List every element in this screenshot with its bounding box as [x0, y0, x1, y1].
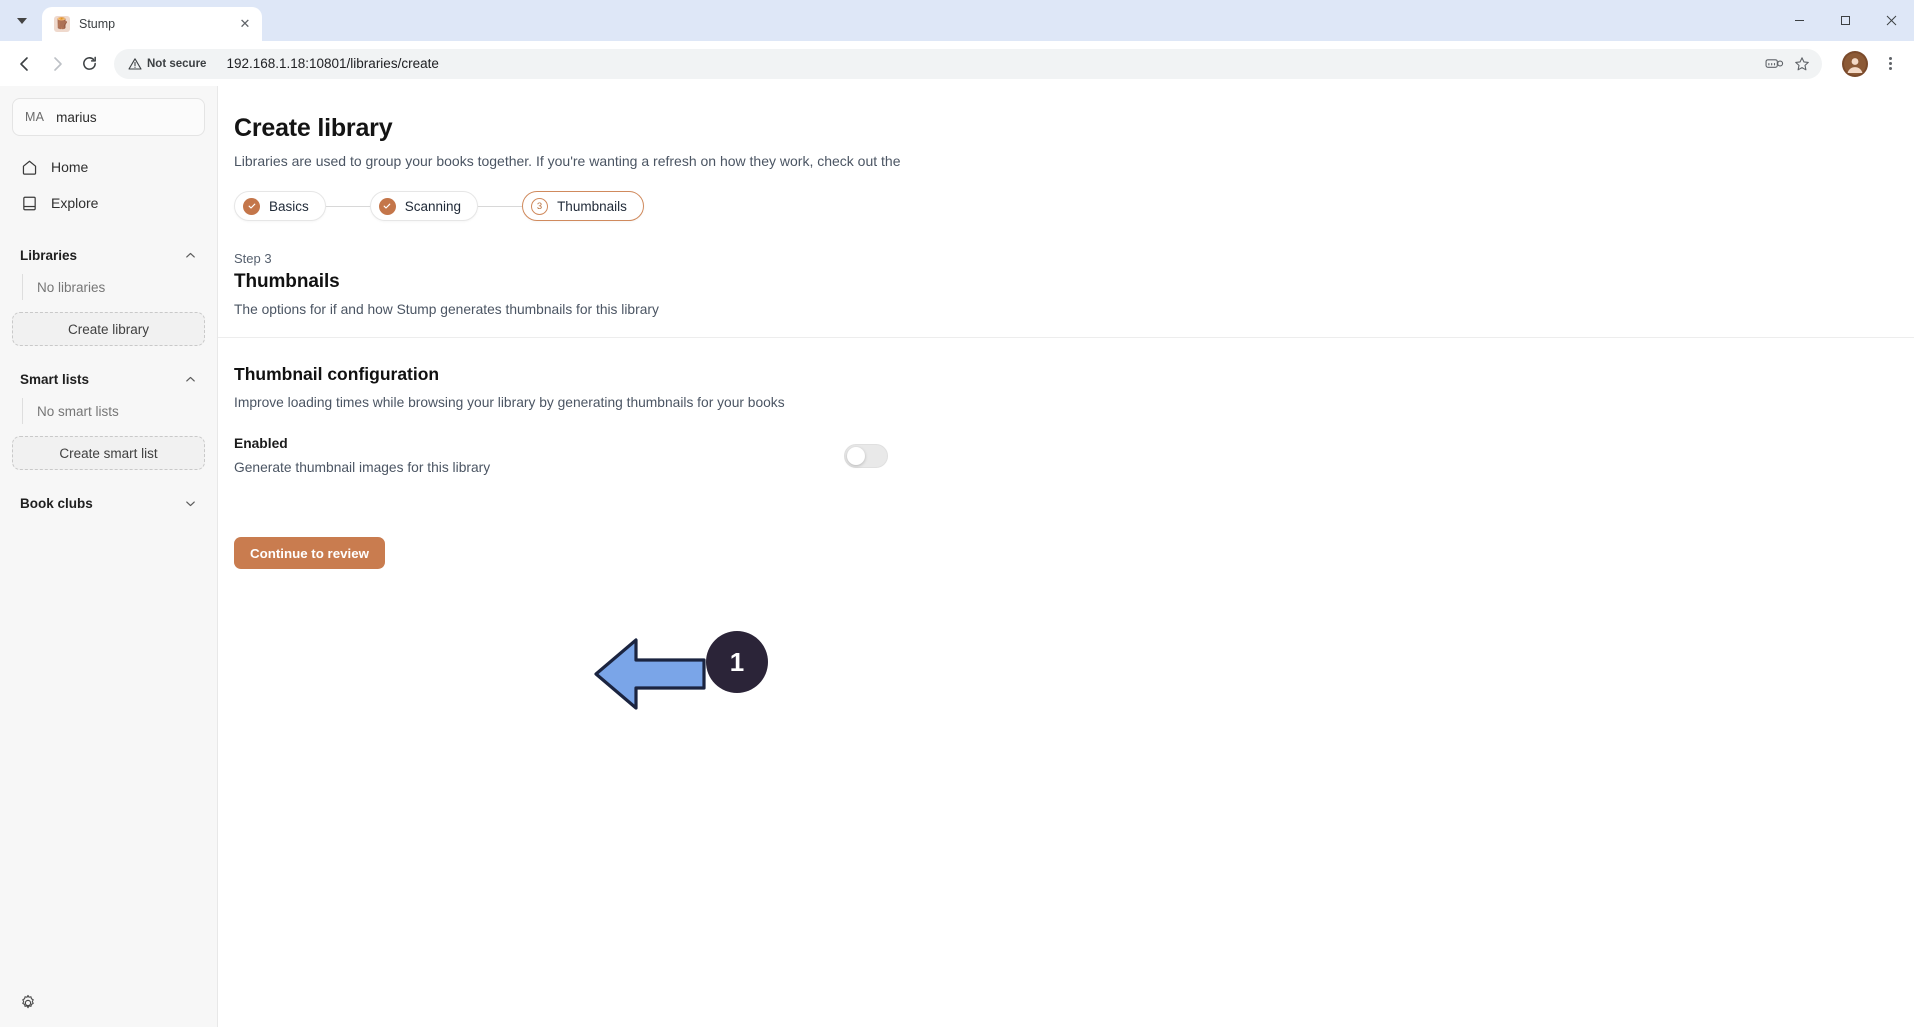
annotation-arrow: [594, 638, 706, 710]
sidebar-item-explore[interactable]: Explore: [12, 186, 205, 220]
stepper-connector: [478, 205, 523, 207]
tab-title: Stump: [79, 17, 116, 31]
continue-to-review-button[interactable]: Continue to review: [234, 537, 385, 569]
security-label: Not secure: [147, 57, 207, 70]
config-description: Improve loading times while browsing you…: [234, 395, 785, 410]
window-close-icon: [1886, 15, 1896, 26]
browser-window: 🪵 Stump ✕ Not secure 192.168.1.18:10801/…: [0, 0, 1914, 1027]
address-bar[interactable]: Not secure 192.168.1.18:10801/libraries/…: [114, 48, 1822, 79]
arrow-right-icon: [54, 56, 62, 71]
warning-triangle-icon: [128, 57, 142, 70]
step-number-badge: 3: [531, 197, 549, 215]
gear-icon[interactable]: [17, 992, 39, 1014]
chevron-up-icon: [184, 373, 197, 386]
page-title: Create library: [234, 114, 393, 142]
reload-icon: [82, 56, 96, 70]
chevron-down-icon: [184, 497, 197, 510]
chevron-up-icon: [184, 249, 197, 262]
enabled-setting-row: Enabled Generate thumbnail images for th…: [234, 436, 914, 475]
page-subtitle: Libraries are used to group your books t…: [234, 153, 901, 169]
enabled-label: Enabled: [234, 436, 288, 451]
stump-favicon: 🪵: [54, 16, 70, 32]
browser-tab[interactable]: 🪵 Stump ✕: [42, 7, 262, 41]
forward-button[interactable]: [42, 49, 72, 79]
enabled-setting-texts: Enabled Generate thumbnail images for th…: [234, 436, 844, 475]
annotation-step-badge: 1: [706, 631, 768, 693]
step-description: The options for if and how Stump generat…: [234, 302, 659, 317]
annotation-step-number: 1: [729, 646, 745, 677]
passkey-icon[interactable]: [1765, 56, 1784, 71]
avatar[interactable]: [1842, 50, 1868, 77]
chevron-down-icon: [17, 18, 27, 24]
stepper-step-basics-label: Basics: [269, 198, 309, 214]
sidebar-section-libraries[interactable]: Libraries: [12, 240, 205, 270]
maximize-icon: [1840, 16, 1850, 25]
main-inner: Create library Libraries are used to gro…: [218, 114, 1914, 317]
site-security-badge[interactable]: Not secure: [122, 54, 214, 74]
home-icon: [20, 158, 38, 176]
sidebar-item-home[interactable]: Home: [12, 150, 205, 184]
book-icon: [20, 194, 38, 212]
toggle-knob: [847, 446, 865, 465]
sidebar-item-home-label: Home: [51, 159, 89, 175]
user-chip[interactable]: MA marius: [12, 98, 205, 136]
config-title: Thumbnail configuration: [234, 364, 440, 384]
sidebar-section-book-clubs-title: Book clubs: [20, 495, 93, 511]
enabled-toggle[interactable]: [844, 443, 888, 468]
sidebar-section-libraries-title: Libraries: [20, 247, 78, 263]
close-icon[interactable]: ✕: [236, 15, 254, 33]
sidebar-libraries-empty: No libraries: [22, 274, 205, 300]
back-button[interactable]: [10, 49, 40, 79]
enabled-description: Generate thumbnail images for this libra…: [234, 460, 491, 475]
minimize-icon: [1794, 20, 1804, 21]
step-title: Thumbnails: [234, 271, 340, 292]
tab-search-button[interactable]: [4, 3, 40, 39]
window-controls: [1776, 0, 1914, 41]
sidebar-section-book-clubs[interactable]: Book clubs: [12, 488, 205, 518]
app-sidebar: MA marius Home Explore Libraries No libr…: [0, 86, 218, 1027]
stepper: Basics Scanning 3 Thumbnails: [234, 191, 1914, 221]
create-library-button[interactable]: Create library: [12, 312, 205, 346]
stepper-step-thumbnails-label: Thumbnails: [557, 198, 627, 214]
maximize-button[interactable]: [1822, 0, 1868, 41]
create-smart-list-button[interactable]: Create smart list: [12, 436, 205, 470]
omnibox-actions: [1765, 56, 1810, 72]
step-eyebrow: Step 3: [234, 251, 272, 266]
page-viewport: MA marius Home Explore Libraries No libr…: [0, 86, 1914, 1027]
sidebar-smart-lists-empty-text: No smart lists: [37, 403, 119, 419]
three-dots-menu-icon[interactable]: [1876, 50, 1904, 78]
browser-toolbar: Not secure 192.168.1.18:10801/libraries/…: [0, 41, 1914, 86]
arrow-left-icon: [20, 56, 28, 71]
tab-strip: 🪵 Stump ✕: [0, 0, 1914, 41]
url-text: 192.168.1.18:10801/libraries/create: [226, 56, 439, 71]
config-section: Thumbnail configuration Improve loading …: [218, 364, 1914, 569]
user-name: marius: [56, 109, 97, 125]
check-icon: [243, 197, 260, 215]
stepper-step-thumbnails[interactable]: 3 Thumbnails: [522, 191, 644, 221]
sidebar-smart-lists-empty: No smart lists: [22, 398, 205, 424]
minimize-button[interactable]: [1776, 0, 1822, 41]
reload-button[interactable]: [74, 49, 104, 79]
stepper-step-scanning-label: Scanning: [404, 198, 462, 214]
star-icon[interactable]: [1794, 56, 1810, 72]
stepper-connector: [325, 205, 370, 207]
stepper-step-scanning[interactable]: Scanning: [369, 191, 479, 221]
sidebar-section-smart-lists-title: Smart lists: [20, 371, 90, 387]
main-content: Create library Libraries are used to gro…: [218, 86, 1914, 1027]
sidebar-section-smart-lists[interactable]: Smart lists: [12, 364, 205, 394]
stepper-step-basics[interactable]: Basics: [234, 191, 326, 221]
sidebar-footer: [12, 979, 205, 1027]
section-divider: [218, 337, 1914, 338]
sidebar-item-explore-label: Explore: [51, 195, 99, 211]
window-close-button[interactable]: [1868, 0, 1914, 41]
user-initials: MA: [25, 110, 45, 124]
sidebar-libraries-empty-text: No libraries: [37, 279, 106, 295]
check-icon: [378, 197, 396, 215]
